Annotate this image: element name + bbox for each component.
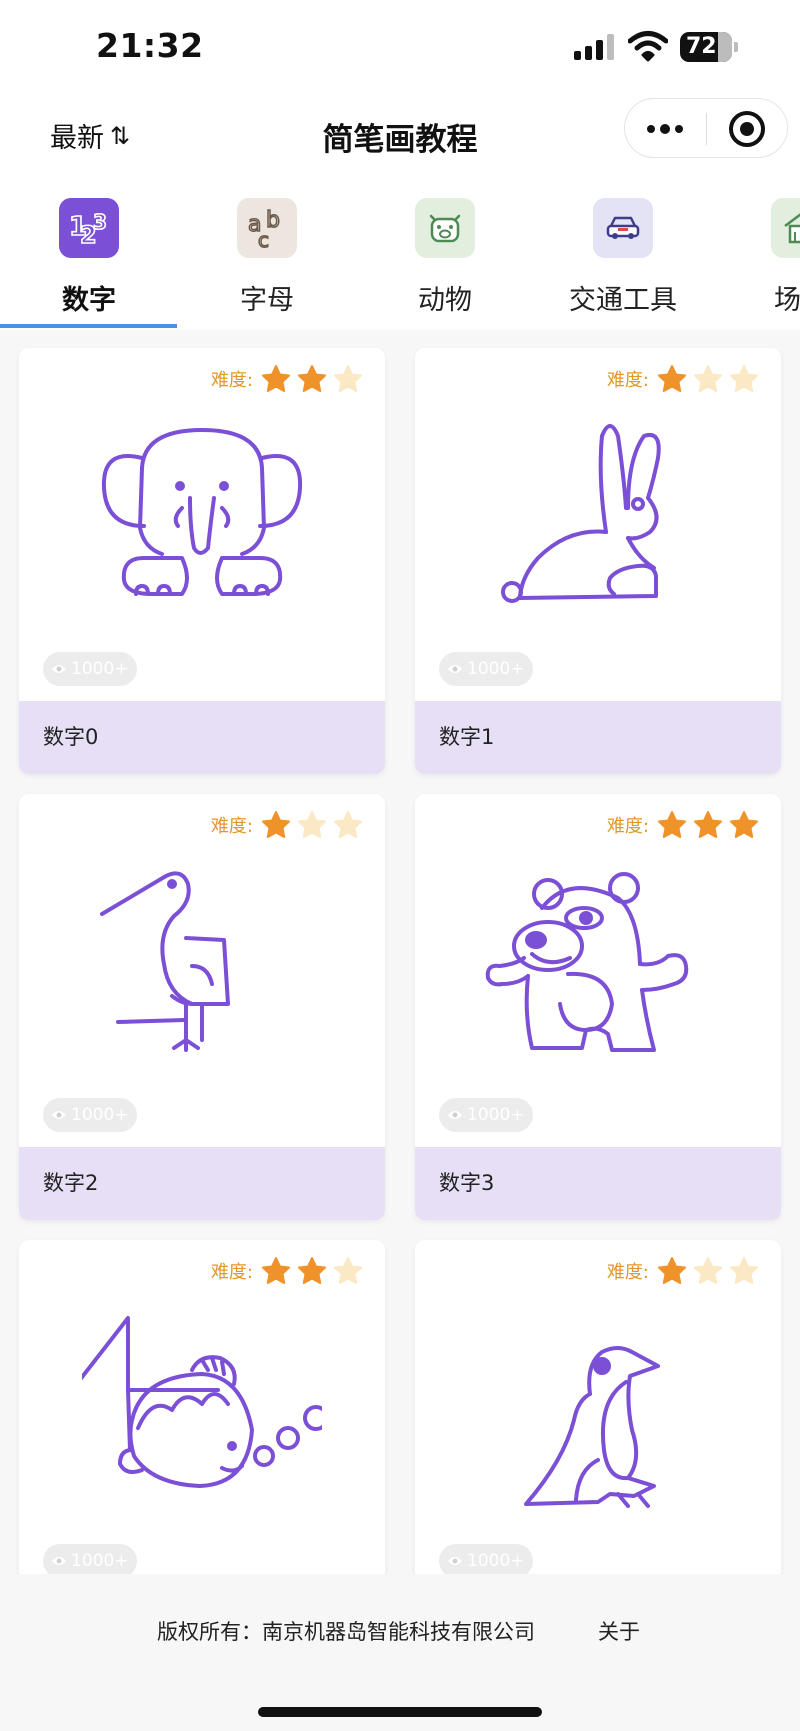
capsule-divider <box>706 113 707 145</box>
cellular-signal-icon <box>574 34 618 60</box>
view-count-badge: 1000+ <box>439 1098 533 1132</box>
view-count-badge: 1000+ <box>439 1544 533 1574</box>
difficulty-rating: 难度: <box>607 364 759 394</box>
tab-label: 场景 <box>774 285 800 316</box>
view-count: 1000+ <box>467 1105 525 1125</box>
view-count: 1000+ <box>467 659 525 679</box>
more-dots-icon[interactable] <box>625 99 705 159</box>
tab-label: 动物 <box>418 285 472 316</box>
eye-icon <box>448 1557 462 1565</box>
difficulty-label: 难度: <box>210 370 253 391</box>
elephant-drawing <box>101 428 303 596</box>
eye-icon <box>52 665 66 673</box>
view-count-badge: 1000+ <box>43 652 137 686</box>
tab-vehicles[interactable]: 交通工具 <box>534 198 712 317</box>
rabbit-drawing <box>501 424 661 603</box>
difficulty-rating: 难度: <box>211 810 363 840</box>
eye-icon <box>448 1111 462 1119</box>
page-footer: 版权所有：南京机器岛智能科技有限公司 关于 <box>0 1574 800 1731</box>
card-title: 数字1 <box>415 701 781 774</box>
tab-numbers[interactable]: 1 2 3 数字 <box>0 198 178 317</box>
star-empty-icon <box>694 1257 722 1284</box>
star-icon <box>658 811 686 838</box>
tutorial-grid: 难度: 1000+ 数字0 难度: 1000+ 数字1 难度: 1000+ 数字… <box>0 330 800 1574</box>
difficulty-rating: 难度: <box>211 1256 363 1286</box>
bear-drawing <box>485 872 689 1052</box>
svg-text:3: 3 <box>93 210 107 234</box>
view-count: 1000+ <box>71 1105 129 1125</box>
penguin-drawing <box>524 1346 660 1508</box>
star-icon <box>262 365 290 392</box>
tutorial-card[interactable]: 难度: 1000+ 数字1 <box>415 348 781 774</box>
nav-bar: 最新 ⇅ 简笔画教程 <box>0 92 800 180</box>
numbers-icon: 1 2 3 <box>59 198 119 258</box>
tab-letters[interactable]: a b c 字母 <box>178 198 356 317</box>
car-icon <box>593 198 653 258</box>
target-circle-icon[interactable] <box>729 111 765 147</box>
card-title: 数字3 <box>415 1147 781 1220</box>
view-count-badge: 1000+ <box>43 1544 137 1574</box>
star-empty-icon <box>334 1257 362 1284</box>
tutorial-card[interactable]: 难度: 1000+ 数字0 <box>19 348 385 774</box>
eye-icon <box>448 665 462 673</box>
active-tab-indicator <box>0 324 177 328</box>
star-icon <box>694 811 722 838</box>
view-count: 1000+ <box>467 1551 525 1571</box>
star-empty-icon <box>334 811 362 838</box>
tutorial-card[interactable]: 难度: 1000+ <box>19 1240 385 1574</box>
difficulty-label: 难度: <box>210 816 253 837</box>
tab-label: 数字 <box>62 285 116 316</box>
tab-label: 交通工具 <box>569 285 677 316</box>
fish-drawing <box>82 1316 322 1488</box>
star-icon <box>730 811 758 838</box>
eye-icon <box>52 1111 66 1119</box>
star-icon <box>262 811 290 838</box>
card-title: 数字0 <box>19 701 385 774</box>
star-empty-icon <box>298 811 326 838</box>
star-icon <box>298 1257 326 1284</box>
pig-face-icon <box>415 198 475 258</box>
copyright-text: 版权所有：南京机器岛智能科技有限公司 <box>157 1620 535 1644</box>
home-indicator[interactable] <box>258 1707 542 1717</box>
tab-label: 字母 <box>240 285 294 316</box>
status-bar: 21:32 72 <box>0 0 800 92</box>
letters-icon: a b c <box>237 198 297 258</box>
star-icon <box>658 1257 686 1284</box>
tutorial-card[interactable]: 难度: 1000+ 数字2 <box>19 794 385 1220</box>
difficulty-rating: 难度: <box>211 364 363 394</box>
card-title: 数字2 <box>19 1147 385 1220</box>
difficulty-label: 难度: <box>606 1262 649 1283</box>
bird-drawing <box>100 871 230 1052</box>
star-empty-icon <box>694 365 722 392</box>
tutorial-card[interactable]: 难度: 1000+ <box>415 1240 781 1574</box>
view-count: 1000+ <box>71 1551 129 1571</box>
star-icon <box>262 1257 290 1284</box>
mini-program-capsule <box>624 98 788 158</box>
category-tabs: 1 2 3 数字 a b c 字母 动物 交通工具 场 <box>0 180 800 330</box>
star-icon <box>658 365 686 392</box>
star-empty-icon <box>730 365 758 392</box>
tab-scenes[interactable]: 场景 <box>712 198 800 317</box>
view-count-badge: 1000+ <box>439 652 533 686</box>
star-empty-icon <box>730 1257 758 1284</box>
view-count-badge: 1000+ <box>43 1098 137 1132</box>
view-count: 1000+ <box>71 659 129 679</box>
difficulty-label: 难度: <box>606 370 649 391</box>
star-icon <box>298 365 326 392</box>
difficulty-rating: 难度: <box>607 1256 759 1286</box>
battery-icon: 72 <box>680 32 740 62</box>
house-icon <box>771 198 800 258</box>
about-link[interactable]: 关于 <box>598 1616 640 1646</box>
svg-text:c: c <box>258 228 269 251</box>
difficulty-rating: 难度: <box>607 810 759 840</box>
tab-animals[interactable]: 动物 <box>356 198 534 317</box>
tutorial-card[interactable]: 难度: 1000+ 数字3 <box>415 794 781 1220</box>
battery-level: 72 <box>686 34 717 59</box>
status-time: 21:32 <box>96 26 204 65</box>
difficulty-label: 难度: <box>606 816 649 837</box>
wifi-icon <box>628 31 668 62</box>
difficulty-label: 难度: <box>210 1262 253 1283</box>
star-empty-icon <box>334 365 362 392</box>
eye-icon <box>52 1557 66 1565</box>
